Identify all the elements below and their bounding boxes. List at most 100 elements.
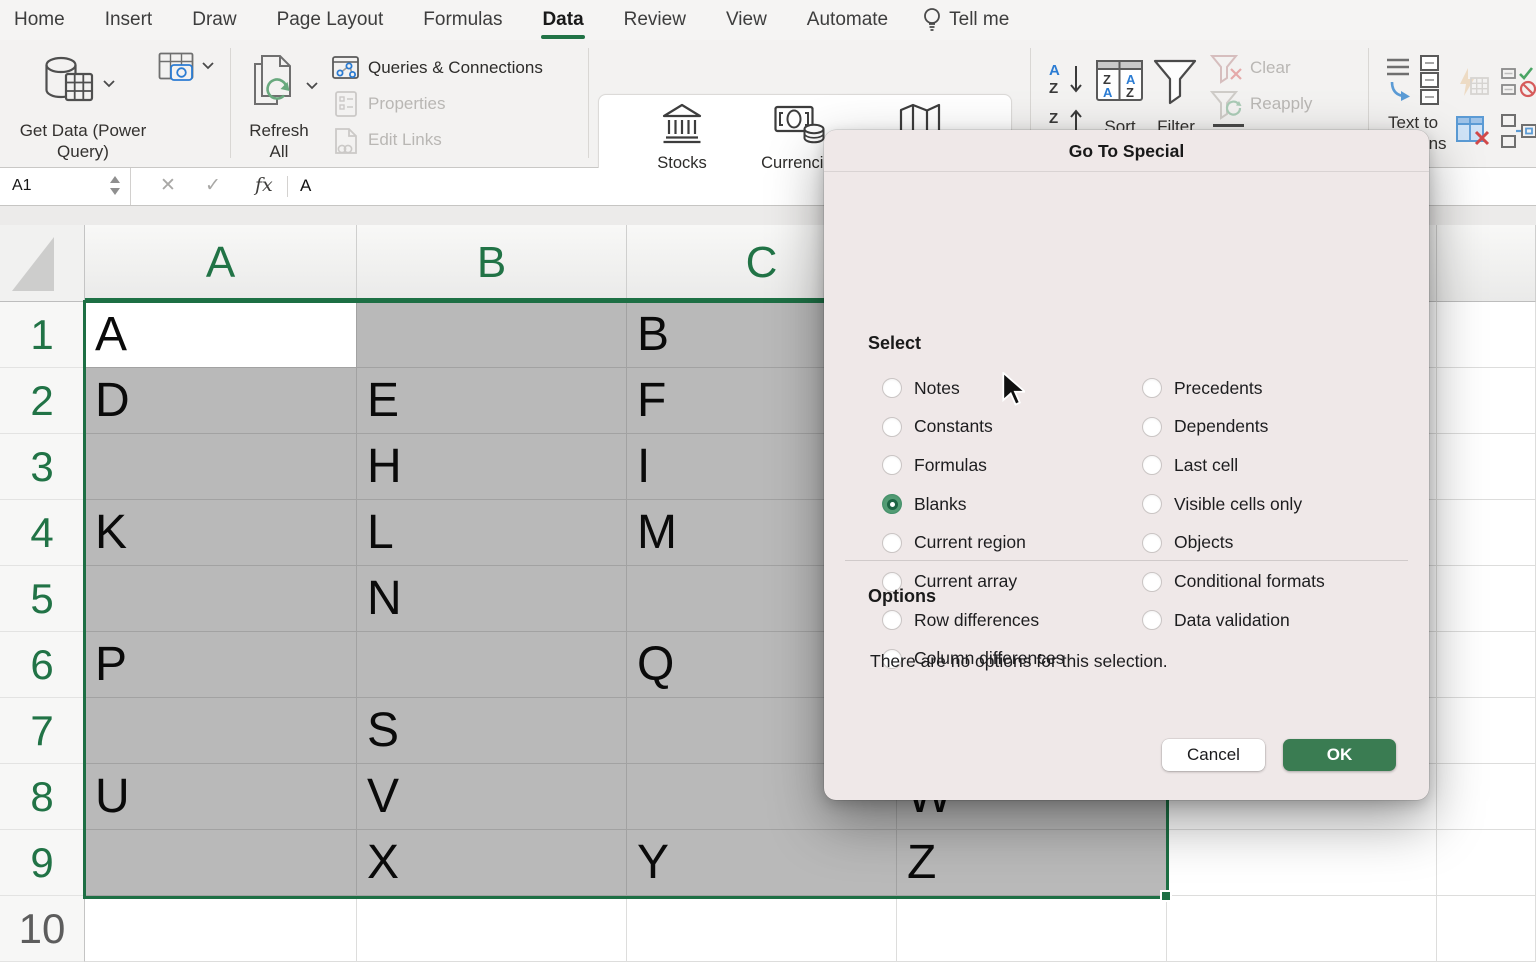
cell-B5[interactable]: N <box>357 566 627 632</box>
row-header-5[interactable]: 5 <box>0 566 85 632</box>
tab-draw[interactable]: Draw <box>192 9 236 31</box>
cell-F7[interactable] <box>1437 698 1536 764</box>
cell-C9[interactable]: Y <box>627 830 897 896</box>
tab-page-layout[interactable]: Page Layout <box>277 9 384 31</box>
cell-A6[interactable]: P <box>85 632 357 698</box>
option-conditional-formats[interactable]: Conditional formats <box>1142 572 1325 592</box>
column-header-F[interactable] <box>1437 225 1536 302</box>
formula-input[interactable]: A <box>300 176 311 196</box>
column-header-A[interactable]: A <box>85 225 357 302</box>
row-header-1[interactable]: 1 <box>0 302 85 368</box>
name-box[interactable]: A1 <box>0 168 131 205</box>
cell-B6[interactable] <box>357 632 627 698</box>
tab-insert[interactable]: Insert <box>105 9 153 31</box>
option-precedents[interactable]: Precedents <box>1142 378 1263 398</box>
option-constants[interactable]: Constants <box>882 417 993 437</box>
cell-A8[interactable]: U <box>85 764 357 830</box>
tab-data[interactable]: Data <box>542 9 583 31</box>
cell-B10[interactable] <box>357 896 627 962</box>
cell-A2[interactable]: D <box>85 368 357 434</box>
tab-automate[interactable]: Automate <box>807 9 888 31</box>
cell-B8[interactable]: V <box>357 764 627 830</box>
option-last-cell[interactable]: Last cell <box>1142 455 1238 475</box>
from-picture-dropdown-icon[interactable] <box>202 62 214 70</box>
cell-B7[interactable]: S <box>357 698 627 764</box>
cell-B2[interactable]: E <box>357 368 627 434</box>
select-all-corner[interactable] <box>0 225 85 302</box>
confirm-entry-icon[interactable]: ✓ <box>205 174 221 197</box>
get-data-icon[interactable] <box>40 56 98 108</box>
row-header-7[interactable]: 7 <box>0 698 85 764</box>
cell-D10[interactable] <box>897 896 1167 962</box>
cell-A9[interactable] <box>85 830 357 896</box>
row-header-2[interactable]: 2 <box>0 368 85 434</box>
tab-home[interactable]: Home <box>14 9 65 31</box>
option-row-differences[interactable]: Row differences <box>882 610 1039 630</box>
stocks-button[interactable]: Stocks <box>622 101 742 173</box>
cancel-button[interactable]: Cancel <box>1162 739 1265 771</box>
cell-B1[interactable] <box>357 302 627 368</box>
option-data-validation[interactable]: Data validation <box>1142 610 1290 630</box>
cell-A10[interactable] <box>85 896 357 962</box>
cell-E10[interactable] <box>1167 896 1437 962</box>
tab-review[interactable]: Review <box>624 9 686 31</box>
cell-F4[interactable] <box>1437 500 1536 566</box>
refresh-all-dropdown-icon[interactable] <box>306 82 318 90</box>
insert-function-icon[interactable]: fx <box>255 174 273 196</box>
radio-row-differences[interactable] <box>882 610 902 630</box>
name-box-spinner-up-icon[interactable] <box>110 176 120 183</box>
cell-F6[interactable] <box>1437 632 1536 698</box>
cell-F3[interactable] <box>1437 434 1536 500</box>
tab-formulas[interactable]: Formulas <box>423 9 502 31</box>
radio-objects[interactable] <box>1142 533 1162 553</box>
row-header-6[interactable]: 6 <box>0 632 85 698</box>
tab-view[interactable]: View <box>726 9 767 31</box>
sort-icon[interactable]: Z A A Z <box>1096 58 1144 104</box>
row-header-3[interactable]: 3 <box>0 434 85 500</box>
cell-B3[interactable]: H <box>357 434 627 500</box>
row-header-10[interactable]: 10 <box>0 896 85 962</box>
cell-F9[interactable] <box>1437 830 1536 896</box>
cell-F10[interactable] <box>1437 896 1536 962</box>
radio-conditional-formats[interactable] <box>1142 572 1162 592</box>
radio-formulas[interactable] <box>882 455 902 475</box>
radio-data-validation[interactable] <box>1142 610 1162 630</box>
radio-visible-cells-only[interactable] <box>1142 494 1162 514</box>
cell-F2[interactable] <box>1437 368 1536 434</box>
queries-connections-button[interactable]: Queries & Connections <box>368 58 543 78</box>
queries-connections-icon[interactable] <box>332 56 360 82</box>
option-visible-cells-only[interactable]: Visible cells only <box>1142 494 1302 514</box>
cell-F8[interactable] <box>1437 764 1536 830</box>
option-blanks[interactable]: Blanks <box>882 494 967 514</box>
get-data-dropdown-icon[interactable] <box>103 80 115 88</box>
option-objects[interactable]: Objects <box>1142 533 1233 553</box>
option-notes[interactable]: Notes <box>882 378 960 398</box>
option-formulas[interactable]: Formulas <box>882 455 987 475</box>
refresh-all-icon[interactable] <box>250 54 300 110</box>
option-dependents[interactable]: Dependents <box>1142 417 1268 437</box>
selection-fill-handle[interactable] <box>1160 890 1172 902</box>
row-header-9[interactable]: 9 <box>0 830 85 896</box>
cell-F5[interactable] <box>1437 566 1536 632</box>
column-header-B[interactable]: B <box>357 225 627 302</box>
consolidate-icon[interactable] <box>1501 114 1536 148</box>
filter-icon[interactable] <box>1152 58 1198 106</box>
radio-notes[interactable] <box>882 378 902 398</box>
cell-E9[interactable] <box>1167 830 1437 896</box>
text-to-columns-icon[interactable] <box>1385 54 1441 108</box>
cell-C10[interactable] <box>627 896 897 962</box>
cell-B9[interactable]: X <box>357 830 627 896</box>
remove-duplicates-icon[interactable] <box>1456 114 1490 148</box>
row-header-8[interactable]: 8 <box>0 764 85 830</box>
radio-precedents[interactable] <box>1142 378 1162 398</box>
option-current-region[interactable]: Current region <box>882 533 1026 553</box>
radio-current-region[interactable] <box>882 533 902 553</box>
radio-constants[interactable] <box>882 417 902 437</box>
name-box-spinner-down-icon[interactable] <box>110 188 120 195</box>
cell-A1[interactable]: A <box>85 302 357 368</box>
radio-blanks[interactable] <box>882 494 902 514</box>
cell-D9[interactable]: Z <box>897 830 1167 896</box>
row-header-4[interactable]: 4 <box>0 500 85 566</box>
tell-me-button[interactable]: Tell me <box>922 7 1009 33</box>
from-picture-icon[interactable] <box>158 52 200 84</box>
